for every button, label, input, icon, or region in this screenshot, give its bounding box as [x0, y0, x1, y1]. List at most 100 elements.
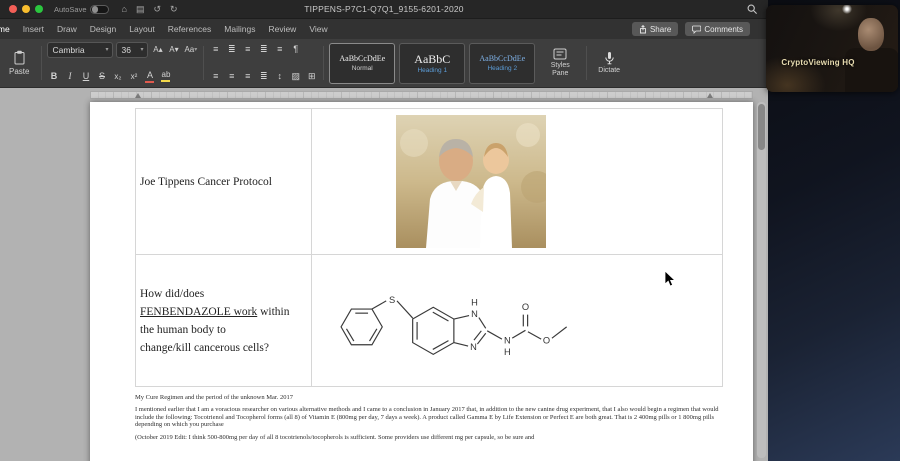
person-head [858, 18, 884, 51]
close-button[interactable] [9, 5, 17, 13]
shading-button[interactable]: ▨ [289, 69, 302, 84]
justify-button[interactable]: ≣ [257, 69, 270, 84]
tab-draw[interactable]: Draw [57, 24, 77, 34]
fenbendazole-link[interactable]: FENBENDAZOLE work [140, 306, 257, 318]
tab-view[interactable]: View [309, 24, 327, 34]
font-size-select[interactable]: 36 ▾ [116, 42, 148, 58]
right-indent-marker[interactable] [707, 93, 713, 98]
font-name-value: Cambria [52, 45, 84, 55]
increase-indent-button[interactable]: ≡ [273, 42, 286, 57]
shrink-font-button[interactable]: A▾ [167, 43, 180, 58]
document-page[interactable]: Joe Tippens Cancer Protocol [90, 102, 753, 461]
dictate-button[interactable]: Dictate [592, 42, 626, 84]
family-photo-image [396, 115, 546, 248]
minimize-button[interactable] [22, 5, 30, 13]
show-paragraph-marks-button[interactable]: ¶ [289, 42, 302, 57]
atom-n2: N [470, 341, 477, 351]
atom-h1: H [471, 297, 478, 307]
paste-button[interactable]: Paste [2, 42, 36, 84]
tab-layout[interactable]: Layout [129, 24, 155, 34]
decrease-indent-button[interactable]: ≣ [257, 42, 270, 57]
line-spacing-button[interactable]: ↕ [273, 69, 286, 84]
table-row: How did/does FENBENDAZOLE work within th… [136, 255, 723, 387]
chevron-down-icon: ▾ [140, 47, 143, 53]
left-indent-marker[interactable] [135, 93, 141, 98]
underline-button[interactable]: U [79, 69, 92, 84]
comments-label: Comments [704, 25, 743, 34]
table-cell-question[interactable]: How did/does FENBENDAZOLE work within th… [136, 255, 312, 387]
bold-button[interactable]: B [47, 69, 60, 84]
quick-access-toolbar: ⌂ ▤ ↺ ↻ [122, 5, 178, 14]
protocol-title-text: Joe Tippens Cancer Protocol [140, 176, 307, 188]
tab-home[interactable]: Home [0, 24, 10, 34]
style-normal[interactable]: AaBbCcDdEe Normal [329, 43, 395, 84]
undo-icon[interactable]: ↺ [153, 5, 161, 14]
home-icon[interactable]: ⌂ [122, 5, 127, 14]
style-preview: AaBbCcDdEe [339, 55, 385, 63]
atom-o2: O [543, 335, 550, 345]
font-name-select[interactable]: Cambria ▾ [47, 42, 113, 58]
zoom-button[interactable] [35, 5, 43, 13]
redo-icon[interactable]: ↻ [170, 5, 178, 14]
font-color-button[interactable]: A [143, 69, 156, 84]
molecule-drawing: S N H [330, 270, 615, 372]
tab-review[interactable]: Review [268, 24, 296, 34]
styles-pane-button[interactable]: Styles Pane [539, 42, 581, 84]
dictate-label: Dictate [598, 67, 620, 75]
table-cell-protocol-title[interactable]: Joe Tippens Cancer Protocol [136, 109, 312, 255]
share-button[interactable]: Share [632, 22, 678, 36]
ribbon-tab-bar: Home Insert Draw Design Layout Reference… [0, 19, 768, 39]
table-cell-photo[interactable] [312, 109, 723, 255]
question-text: How did/does FENBENDAZOLE work within th… [140, 285, 307, 357]
fenbendazole-structure[interactable]: S N H [330, 270, 718, 372]
scrollbar-thumb[interactable] [758, 104, 765, 150]
webcam-watermark: CryptoViewing HQ [766, 58, 870, 67]
numbering-button[interactable]: ≣ [225, 42, 238, 57]
tab-design[interactable]: Design [90, 24, 116, 34]
tab-mailings[interactable]: Mailings [224, 24, 255, 34]
font-size-value: 36 [121, 45, 130, 55]
change-case-button[interactable]: Aa▾ [183, 43, 198, 58]
multilevel-list-button[interactable]: ≡ [241, 42, 254, 57]
search-icon[interactable] [747, 4, 758, 15]
save-icon[interactable]: ▤ [136, 5, 145, 14]
vertical-scrollbar[interactable] [757, 102, 766, 458]
align-left-button[interactable]: ≡ [209, 69, 222, 84]
bullets-button[interactable]: ≡ [209, 42, 222, 57]
styles-gallery: AaBbCcDdEe Normal AaBbC Heading 1 AaBbCc… [329, 42, 539, 84]
document-title: TIPPENS-P7C1-Q7Q1_9155-6201-2020 [304, 4, 464, 14]
grow-font-button[interactable]: A▴ [151, 43, 164, 58]
toolbar-divider [323, 46, 324, 80]
ruler[interactable] [90, 91, 753, 99]
ribbon-toolbar: Paste Cambria ▾ 36 ▾ A▴ A▾ [0, 39, 768, 88]
font-color-swatch [145, 81, 154, 83]
comment-icon [692, 25, 701, 34]
subscript-button[interactable]: x₂ [111, 69, 124, 84]
tab-references[interactable]: References [168, 24, 211, 34]
table-cell-molecule[interactable]: S N H [312, 255, 723, 387]
highlight-button[interactable]: ab [159, 69, 172, 84]
autosave-toggle-knob [92, 6, 99, 13]
tab-insert[interactable]: Insert [23, 24, 44, 34]
atom-n1: N [471, 309, 478, 319]
style-heading-1[interactable]: AaBbC Heading 1 [399, 43, 465, 84]
italic-button[interactable]: I [63, 69, 76, 84]
align-right-button[interactable]: ≡ [241, 69, 254, 84]
strikethrough-button[interactable]: S [95, 69, 108, 84]
toolbar-divider [41, 46, 42, 80]
autosave-toggle[interactable] [90, 5, 109, 14]
borders-button[interactable]: ⊞ [305, 69, 318, 84]
window-controls [9, 5, 43, 13]
align-center-button[interactable]: ≡ [225, 69, 238, 84]
microphone-icon [604, 51, 615, 65]
paste-label: Paste [9, 67, 29, 76]
paragraph-group: ≡ ≣ ≡ ≣ ≡ ¶ ≡ ≡ ≡ ≣ ↕ ▨ ⊞ [209, 42, 318, 84]
document-table: Joe Tippens Cancer Protocol [135, 108, 723, 387]
style-heading-2[interactable]: AaBbCcDdEe Heading 2 [469, 43, 535, 84]
family-photo[interactable] [396, 115, 546, 248]
chevron-down-icon: ▾ [105, 47, 108, 53]
comments-button[interactable]: Comments [685, 22, 750, 36]
font-group: Cambria ▾ 36 ▾ A▴ A▾ Aa▾ B I [47, 42, 198, 84]
superscript-button[interactable]: x² [127, 69, 140, 84]
atom-o1: O [522, 302, 529, 312]
